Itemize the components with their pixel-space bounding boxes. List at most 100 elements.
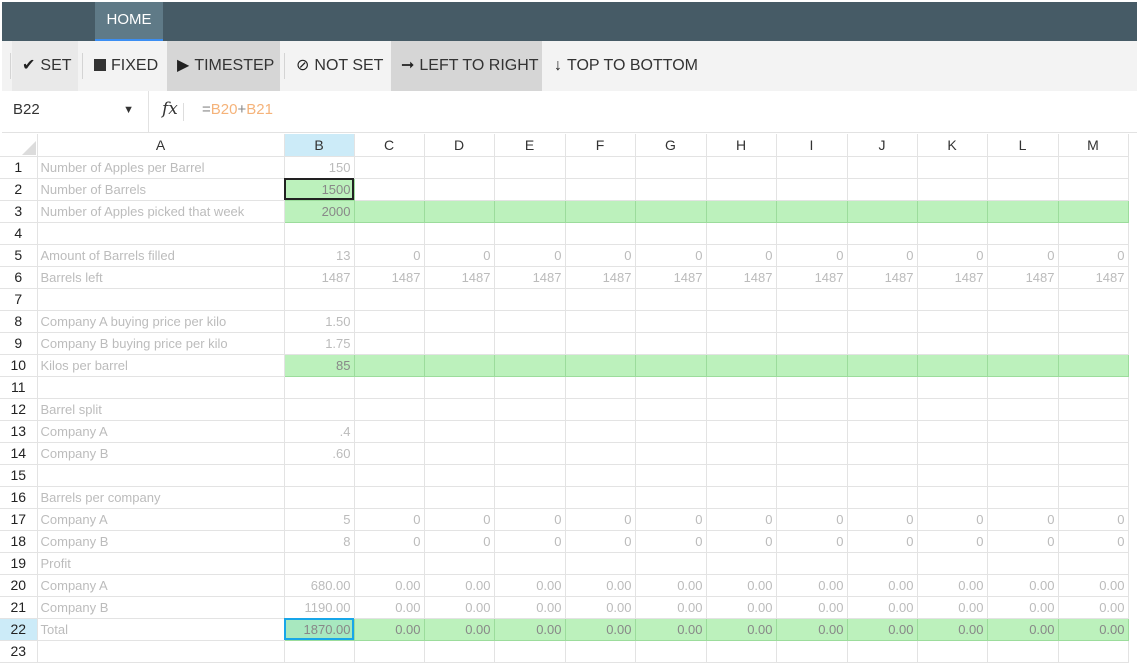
cell-k10[interactable] — [916, 353, 988, 377]
cell-d2[interactable] — [423, 177, 495, 201]
column-header-l[interactable]: L — [986, 134, 1059, 157]
set-button[interactable]: ✔ SET — [12, 41, 78, 91]
cell-c18[interactable]: 0 — [353, 529, 425, 553]
row-header[interactable]: 11 — [0, 375, 38, 399]
cell-b11[interactable] — [283, 375, 355, 399]
cell-m16[interactable] — [1057, 485, 1129, 509]
row-header[interactable]: 3 — [0, 199, 38, 223]
cell-a8[interactable]: Company A buying price per kilo — [36, 309, 285, 333]
cell-j12[interactable] — [846, 397, 918, 421]
cell-e21[interactable]: 0.00 — [493, 595, 566, 619]
row-header[interactable]: 23 — [0, 639, 38, 663]
cell-g9[interactable] — [634, 331, 707, 355]
cell-a23[interactable] — [36, 639, 285, 663]
cell-f16[interactable] — [564, 485, 636, 509]
cell-e23[interactable] — [493, 639, 566, 663]
cell-l9[interactable] — [986, 331, 1059, 355]
row-header[interactable]: 13 — [0, 419, 38, 443]
cell-l22[interactable]: 0.00 — [986, 617, 1059, 641]
cell-l15[interactable] — [986, 463, 1059, 487]
cell-b17[interactable]: 5 — [283, 507, 355, 531]
cell-g1[interactable] — [634, 155, 707, 179]
cell-a13[interactable]: Company A — [36, 419, 285, 443]
cell-k12[interactable] — [916, 397, 988, 421]
cell-h18[interactable]: 0 — [705, 529, 777, 553]
cell-h14[interactable] — [705, 441, 777, 465]
cell-k20[interactable]: 0.00 — [916, 573, 988, 597]
cell-b6[interactable]: 1487 — [283, 265, 355, 289]
cell-i7[interactable] — [775, 287, 848, 311]
cell-k18[interactable]: 0 — [916, 529, 988, 553]
cell-c3[interactable] — [353, 199, 425, 223]
cell-i21[interactable]: 0.00 — [775, 595, 848, 619]
cell-f12[interactable] — [564, 397, 636, 421]
cell-m2[interactable] — [1057, 177, 1129, 201]
cell-f22[interactable]: 0.00 — [564, 617, 636, 641]
not-set-button[interactable]: ⊘ NOT SET — [286, 41, 393, 91]
cell-j21[interactable]: 0.00 — [846, 595, 918, 619]
cell-d20[interactable]: 0.00 — [423, 573, 495, 597]
cell-b7[interactable] — [283, 287, 355, 311]
cell-g4[interactable] — [634, 221, 707, 245]
cell-d6[interactable]: 1487 — [423, 265, 495, 289]
cell-k11[interactable] — [916, 375, 988, 399]
cell-j8[interactable] — [846, 309, 918, 333]
cell-c4[interactable] — [353, 221, 425, 245]
cell-d23[interactable] — [423, 639, 495, 663]
cell-f13[interactable] — [564, 419, 636, 443]
cell-c20[interactable]: 0.00 — [353, 573, 425, 597]
column-header-i[interactable]: I — [775, 134, 848, 157]
cell-i12[interactable] — [775, 397, 848, 421]
cell-c17[interactable]: 0 — [353, 507, 425, 531]
cell-g19[interactable] — [634, 551, 707, 575]
cell-b18[interactable]: 8 — [283, 529, 355, 553]
cell-b4[interactable] — [283, 221, 355, 245]
cell-g3[interactable] — [634, 199, 707, 223]
cell-e22[interactable]: 0.00 — [493, 617, 566, 641]
cell-g13[interactable] — [634, 419, 707, 443]
left-to-right-button[interactable]: ➞ LEFT TO RIGHT — [391, 41, 542, 91]
column-header-k[interactable]: K — [916, 134, 988, 157]
cell-d11[interactable] — [423, 375, 495, 399]
name-box[interactable]: B22 ▼ — [2, 91, 149, 133]
cell-d9[interactable] — [423, 331, 495, 355]
cell-f15[interactable] — [564, 463, 636, 487]
cell-i5[interactable]: 0 — [775, 243, 848, 267]
cell-h2[interactable] — [705, 177, 777, 201]
cell-c14[interactable] — [353, 441, 425, 465]
cell-l20[interactable]: 0.00 — [986, 573, 1059, 597]
cell-d4[interactable] — [423, 221, 495, 245]
cell-i6[interactable]: 1487 — [775, 265, 848, 289]
row-header[interactable]: 22 — [0, 617, 38, 641]
cell-d15[interactable] — [423, 463, 495, 487]
cell-e4[interactable] — [493, 221, 566, 245]
cell-l7[interactable] — [986, 287, 1059, 311]
cell-a12[interactable]: Barrel split — [36, 397, 285, 421]
cell-a10[interactable]: Kilos per barrel — [36, 353, 285, 377]
cell-k13[interactable] — [916, 419, 988, 443]
cell-d21[interactable]: 0.00 — [423, 595, 495, 619]
row-header[interactable]: 5 — [0, 243, 38, 267]
cell-g7[interactable] — [634, 287, 707, 311]
cell-l21[interactable]: 0.00 — [986, 595, 1059, 619]
cell-j23[interactable] — [846, 639, 918, 663]
cell-i11[interactable] — [775, 375, 848, 399]
cell-f17[interactable]: 0 — [564, 507, 636, 531]
cell-a1[interactable]: Number of Apples per Barrel — [36, 155, 285, 179]
cell-f10[interactable] — [564, 353, 636, 377]
cell-l18[interactable]: 0 — [986, 529, 1059, 553]
cell-h16[interactable] — [705, 485, 777, 509]
cell-g12[interactable] — [634, 397, 707, 421]
cell-i15[interactable] — [775, 463, 848, 487]
cell-e6[interactable]: 1487 — [493, 265, 566, 289]
cell-g20[interactable]: 0.00 — [634, 573, 707, 597]
tab-home[interactable]: HOME — [95, 2, 163, 41]
cell-h5[interactable]: 0 — [705, 243, 777, 267]
cell-e16[interactable] — [493, 485, 566, 509]
cell-d17[interactable]: 0 — [423, 507, 495, 531]
row-header[interactable]: 19 — [0, 551, 38, 575]
cell-j17[interactable]: 0 — [846, 507, 918, 531]
cell-m13[interactable] — [1057, 419, 1129, 443]
cell-l6[interactable]: 1487 — [986, 265, 1059, 289]
cell-j19[interactable] — [846, 551, 918, 575]
